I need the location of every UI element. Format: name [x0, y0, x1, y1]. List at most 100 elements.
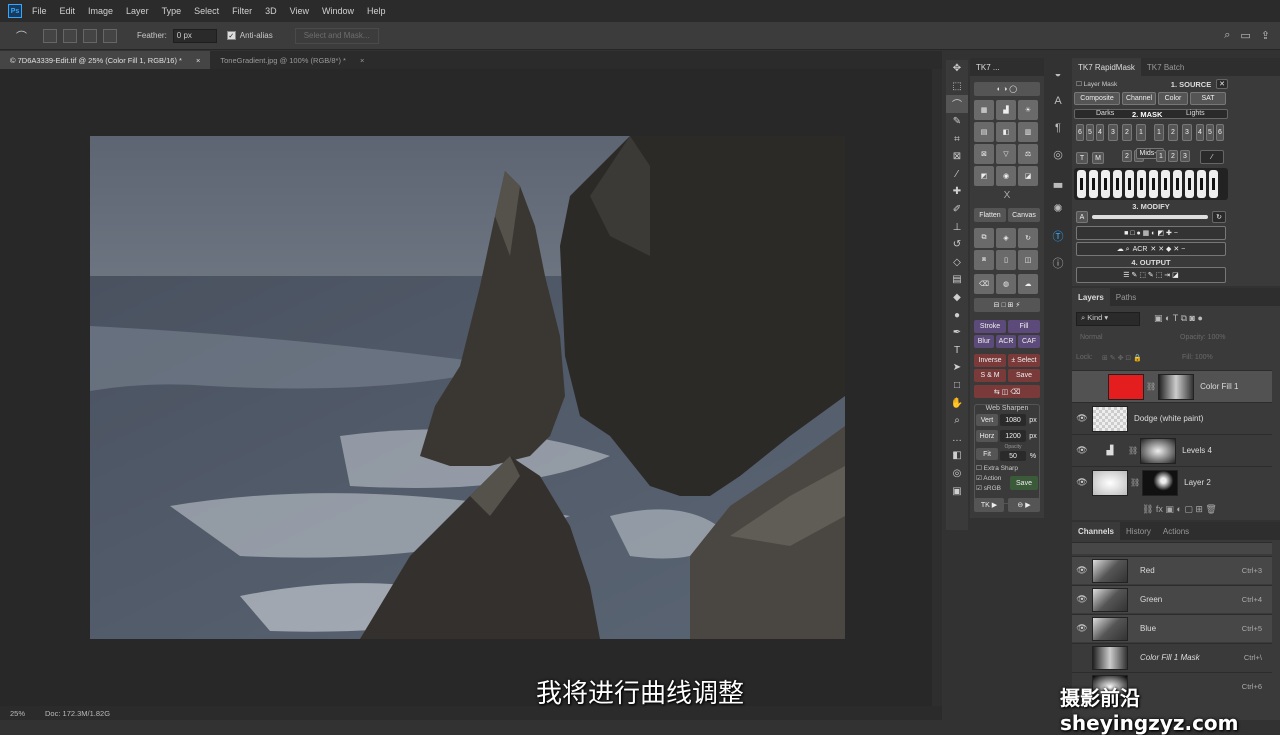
composite-button[interactable]: Composite [1074, 92, 1120, 105]
tk7-sun-icon[interactable]: ☀ [1018, 100, 1038, 120]
layer-footer-icons[interactable]: ⛓ fx ▣ ◐ ▢ ⊞ 🗑 [1142, 504, 1217, 515]
menu-3d[interactable]: 3D [265, 6, 277, 16]
tk7-refresh-icon[interactable]: ↻ [1018, 228, 1038, 248]
fill-field[interactable]: Fill: 100% [1182, 354, 1213, 361]
info-icon[interactable]: ⓘ [1046, 249, 1070, 276]
gradient-tool-icon[interactable]: ▤ [946, 271, 968, 289]
dark-zone-5[interactable]: 5 [1086, 124, 1094, 141]
light-zone-6[interactable]: 6 [1216, 124, 1224, 141]
zone-key[interactable] [1185, 170, 1194, 198]
eraser-tool-icon[interactable]: ◇ [946, 254, 968, 272]
tk7-diag-icon[interactable]: ◩ [974, 166, 994, 186]
light-zone-3[interactable]: 3 [1182, 124, 1192, 141]
menu-select[interactable]: Select [194, 6, 219, 16]
lock-icons[interactable]: ⊞ ✎ ✥ ⊡ 🔒 [1102, 354, 1142, 362]
tab-history[interactable]: History [1120, 522, 1157, 540]
tab-paths[interactable]: Paths [1110, 288, 1142, 306]
mid-zone-2b[interactable]: 2 [1168, 150, 1178, 162]
dark-zone-3[interactable]: 3 [1108, 124, 1118, 141]
canvas-button[interactable]: Canvas [1008, 208, 1040, 222]
link-icon[interactable]: ⛓ [1128, 446, 1138, 455]
light-zone-1[interactable]: 1 [1154, 124, 1164, 141]
zone-key[interactable] [1197, 170, 1206, 198]
menu-edit[interactable]: Edit [60, 6, 76, 16]
extra-sharp-option[interactable]: ☐ Extra Sharp [976, 464, 1018, 472]
quick-select-tool-icon[interactable]: ✎ [946, 113, 968, 131]
type-tool-icon[interactable]: T [946, 342, 968, 360]
tk7-half-icon[interactable]: ◪ [1018, 166, 1038, 186]
tab-actions[interactable]: Actions [1157, 522, 1195, 540]
tk7-square-icon[interactable]: ◧ [996, 122, 1016, 142]
eye-icon[interactable]: 👁 [1072, 445, 1092, 456]
tk7-cloud-icon[interactable]: ☁ [1018, 274, 1038, 294]
reset-icon[interactable]: ↻ [1212, 211, 1226, 223]
healing-brush-icon[interactable]: ✚ [946, 183, 968, 201]
lasso-tool-icon[interactable]: ⌒ [946, 95, 968, 113]
tk7-top-icons[interactable]: ◐ ◑ ◯ [974, 82, 1040, 96]
tk7-circle-icon[interactable]: ◉ [996, 166, 1016, 186]
doc-tab-1[interactable]: © 7D6A3339-Edit.tif @ 25% (Color Fill 1,… [0, 51, 211, 69]
mask-thumb[interactable] [1158, 373, 1195, 400]
character-icon[interactable]: A [1046, 87, 1070, 114]
tk-logo-icon[interactable]: Ⓣ [1046, 222, 1070, 249]
tk7-bottom-button[interactable]: ⊖ ▶ [1008, 498, 1040, 512]
tk7-balance-icon[interactable]: ⚖ [1018, 144, 1038, 164]
zone-keys[interactable] [1074, 168, 1228, 200]
channel-row-mask[interactable]: Color Fill 1 Mask Ctrl+\ [1072, 643, 1272, 671]
layer-row-color-fill[interactable]: ⛓ Color Fill 1 [1072, 370, 1272, 402]
feather-input[interactable] [172, 28, 217, 43]
dodge-tool-icon[interactable]: ● [946, 306, 968, 324]
mask-thumb[interactable] [1142, 469, 1179, 496]
paragraph-icon[interactable]: ¶ [1046, 114, 1070, 141]
pen-tool-icon[interactable]: ✒ [946, 324, 968, 342]
tk7-red-icons[interactable]: ⇆ ◫ ⌫ [974, 385, 1040, 398]
add-selection-icon[interactable] [63, 28, 77, 43]
zone-key[interactable] [1149, 170, 1158, 198]
blur-tool-icon[interactable]: ◆ [946, 289, 968, 307]
zone-key[interactable] [1101, 170, 1110, 198]
menu-layer[interactable]: Layer [126, 6, 149, 16]
zone-key[interactable] [1089, 170, 1098, 198]
brush-tool-icon[interactable]: ✐ [946, 201, 968, 219]
mid-zone-1b[interactable]: 1 [1156, 150, 1166, 162]
t-button[interactable]: T [1076, 152, 1088, 164]
eyedropper-tool-icon[interactable]: ⁄ [946, 166, 968, 184]
crop-tool-icon[interactable]: ⌗ [946, 130, 968, 148]
s-and-m-button[interactable]: S & M [974, 369, 1006, 382]
tab-batch[interactable]: TK7 Batch [1141, 58, 1190, 76]
eye-icon[interactable]: 👁 [1072, 594, 1092, 605]
share-icon[interactable]: ⇪ [1261, 29, 1270, 42]
eyedropper-icon[interactable]: ⁄ [1200, 150, 1224, 164]
action-option[interactable]: ☑ Action [976, 474, 1001, 482]
horz-input[interactable]: 1200 [1000, 430, 1026, 442]
menu-window[interactable]: Window [322, 6, 354, 16]
dark-zone-6[interactable]: 6 [1076, 124, 1084, 141]
zone-key[interactable] [1209, 170, 1218, 198]
clone-stamp-icon[interactable]: ⊥ [946, 218, 968, 236]
blend-mode-select[interactable]: Normal [1080, 334, 1103, 341]
menu-view[interactable]: View [290, 6, 309, 16]
output-tools-row[interactable]: ☰ ✎ ⬚ ✎ ⬚ ⇥ ◪ [1076, 267, 1226, 283]
caf-button[interactable]: CAF [1018, 335, 1040, 348]
light-zone-2[interactable]: 2 [1168, 124, 1178, 141]
tk7-doc-icon[interactable]: ▯ [996, 250, 1016, 270]
opacity-input[interactable]: 50 [1000, 451, 1026, 461]
close-icon[interactable]: × [196, 56, 200, 65]
modify-tools-row-1[interactable]: ■ □ ● ▦ ◐ ◩ ✚ − [1076, 226, 1226, 240]
tk7-triangle-icon[interactable]: ▽ [996, 144, 1016, 164]
channel-row-blue[interactable]: 👁 Blue Ctrl+5 [1072, 614, 1272, 642]
menu-type[interactable]: Type [162, 6, 182, 16]
flatten-button[interactable]: Flatten [974, 208, 1006, 222]
history-brush-icon[interactable]: ↺ [946, 236, 968, 254]
link-icon[interactable]: ⛓ [1130, 478, 1140, 487]
close-icon[interactable]: ✕ [1216, 79, 1228, 89]
channels-icon[interactable]: ◎ [1046, 141, 1070, 168]
tab-channels[interactable]: Channels [1072, 522, 1121, 540]
sat-button[interactable]: SAT [1190, 92, 1226, 105]
tab-rapidmask[interactable]: TK7 RapidMask [1072, 58, 1141, 76]
tk7-cross-icon[interactable]: ⊠ [974, 144, 994, 164]
zoom-tool-icon[interactable]: ⌕ [946, 412, 968, 430]
menu-help[interactable]: Help [367, 6, 386, 16]
tk7-copy-icon[interactable]: ⧉ [974, 228, 994, 248]
channel-row-green[interactable]: 👁 Green Ctrl+4 [1072, 585, 1272, 613]
